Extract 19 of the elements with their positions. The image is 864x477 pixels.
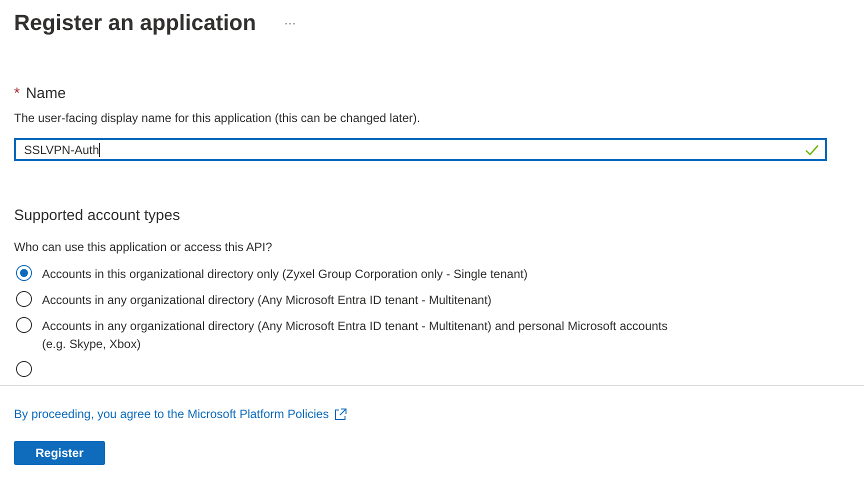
radio-label: Accounts in any organizational directory (Any Microsoft Entra ID tenant - Multitenant) and personal Microsoft accounts (e.g. Skype, Xbox)	[42, 318, 669, 353]
section-heading: Supported account types	[14, 207, 181, 224]
radio-label: Accounts in this organizational directory only (Zyxel Group Corporation only - Single tenant)	[42, 266, 528, 283]
field-value: SSLVPN-Auth	[24, 142, 100, 156]
name-field[interactable]: SSLVPN-Auth	[14, 138, 827, 161]
register-button[interactable]: Register	[14, 441, 105, 465]
radio-button[interactable]	[16, 265, 32, 281]
page-title: Register an application	[14, 10, 256, 36]
field-label: Name	[26, 85, 66, 102]
required-mark: *	[14, 85, 20, 102]
radio-button[interactable]	[16, 361, 32, 377]
policy-link[interactable]: By proceeding, you agree to the Microsoft Platform Policies	[14, 407, 329, 421]
radio-label: Accounts in any organizational directory (Any Microsoft Entra ID tenant - Multitenant)	[42, 292, 492, 309]
more-button[interactable]: ···	[280, 16, 300, 30]
field-description: The user-facing display name for this application (this can be changed later).	[14, 111, 422, 125]
section-question: Who can use this application or access this API?	[14, 240, 274, 254]
external-link-icon	[334, 408, 347, 420]
radio-button[interactable]	[16, 317, 32, 333]
radio-button[interactable]	[16, 291, 32, 307]
